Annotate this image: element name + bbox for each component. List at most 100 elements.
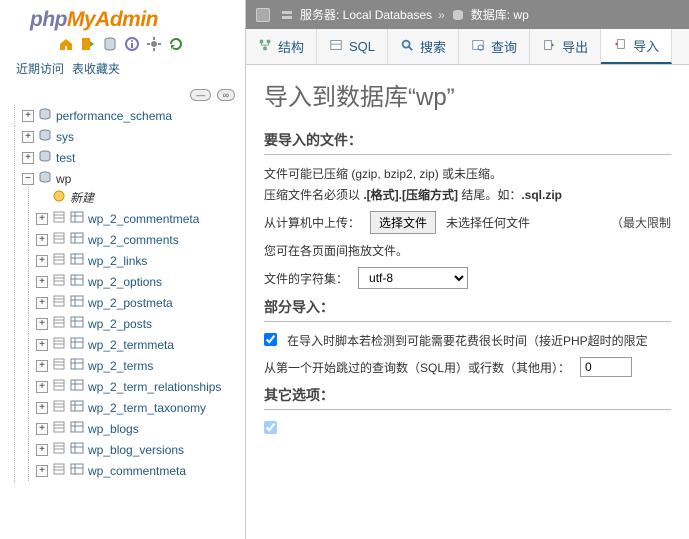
browse-icon[interactable] <box>52 294 66 311</box>
browse-icon[interactable] <box>52 315 66 332</box>
nav-toggle-icon[interactable] <box>256 8 270 22</box>
skip-input[interactable] <box>580 357 632 377</box>
table-label[interactable]: wp_2_term_relationships <box>88 380 221 394</box>
expand-icon[interactable]: + <box>36 339 48 351</box>
docs-icon[interactable] <box>124 36 140 52</box>
table-icon <box>70 399 84 416</box>
tab-query[interactable]: 查询 <box>459 29 530 64</box>
expand-icon[interactable]: + <box>36 402 48 414</box>
table-item-wp_2_termmeta[interactable]: + wp_2_termmeta <box>36 336 245 353</box>
expand-icon[interactable]: + <box>36 234 48 246</box>
tab-structure[interactable]: 结构 <box>246 29 317 64</box>
table-item-wp_blogs[interactable]: + wp_blogs <box>36 420 245 437</box>
db-item-wp[interactable]: − wp <box>22 170 245 187</box>
expand-icon[interactable]: + <box>36 318 48 330</box>
database-icon <box>38 107 52 124</box>
collapse-icon[interactable]: − <box>22 173 34 185</box>
expand-icon[interactable]: + <box>36 213 48 225</box>
table-label[interactable]: wp_blog_versions <box>88 443 184 457</box>
tab-recent[interactable]: 近期访问 <box>14 58 66 79</box>
browse-icon[interactable] <box>52 273 66 290</box>
table-item-wp_2_commentmeta[interactable]: + wp_2_commentmeta <box>36 210 245 227</box>
exit-icon[interactable] <box>80 36 96 52</box>
expand-icon[interactable]: + <box>36 423 48 435</box>
breadcrumb-db[interactable]: 数据库: wp <box>471 6 529 23</box>
db-item-performance_schema[interactable]: + performance_schema <box>22 107 245 124</box>
tab-favorites[interactable]: 表收藏夹 <box>70 58 122 79</box>
expand-icon[interactable]: + <box>36 255 48 267</box>
logo[interactable]: phpMyAdmin <box>0 0 245 34</box>
tab-export[interactable]: 导出 <box>530 29 601 64</box>
tab-sql[interactable]: SQL <box>317 29 388 64</box>
browse-icon[interactable] <box>52 231 66 248</box>
table-item-wp_2_postmeta[interactable]: + wp_2_postmeta <box>36 294 245 311</box>
no-file-text: 未选择任何文件 <box>446 214 530 231</box>
table-label[interactable]: wp_2_postmeta <box>88 296 173 310</box>
tab-search[interactable]: 搜索 <box>388 29 459 64</box>
db-label[interactable]: wp <box>56 172 71 186</box>
sql-icon[interactable] <box>102 36 118 52</box>
expand-icon[interactable]: + <box>36 381 48 393</box>
new-table-item[interactable]: 新建 <box>36 189 245 206</box>
expand-icon[interactable]: + <box>36 465 48 477</box>
new-label[interactable]: 新建 <box>70 189 94 206</box>
db-item-test[interactable]: + test <box>22 149 245 166</box>
table-icon <box>70 420 84 437</box>
table-item-wp_2_term_taxonomy[interactable]: + wp_2_term_taxonomy <box>36 399 245 416</box>
new-icon <box>52 189 66 206</box>
table-item-wp_2_comments[interactable]: + wp_2_comments <box>36 231 245 248</box>
expand-icon[interactable]: + <box>36 276 48 288</box>
db-label[interactable]: sys <box>56 130 74 144</box>
table-label[interactable]: wp_2_terms <box>88 359 153 373</box>
table-label[interactable]: wp_2_term_taxonomy <box>88 401 206 415</box>
server-icon <box>280 8 294 22</box>
expand-icon[interactable]: + <box>22 110 34 122</box>
collapse-panel-button[interactable]: — <box>190 89 211 101</box>
db-item-sys[interactable]: + sys <box>22 128 245 145</box>
db-label[interactable]: test <box>56 151 75 165</box>
browse-icon[interactable] <box>52 399 66 416</box>
link-panel-button[interactable]: ∞ <box>217 89 235 101</box>
table-item-wp_commentmeta[interactable]: + wp_commentmeta <box>36 462 245 479</box>
tab-label: 导入 <box>633 36 659 55</box>
table-label[interactable]: wp_blogs <box>88 422 139 436</box>
table-label[interactable]: wp_2_commentmeta <box>88 212 199 226</box>
max-size-note: （最大限制 <box>611 214 671 231</box>
table-item-wp_2_posts[interactable]: + wp_2_posts <box>36 315 245 332</box>
expand-icon[interactable]: + <box>36 297 48 309</box>
gear-icon[interactable] <box>146 36 162 52</box>
home-icon[interactable] <box>58 36 74 52</box>
main-tabs: 结构SQL搜索查询导出 导入 <box>246 29 689 65</box>
table-item-wp_2_options[interactable]: + wp_2_options <box>36 273 245 290</box>
browse-icon[interactable] <box>52 462 66 479</box>
db-label[interactable]: performance_schema <box>56 109 172 123</box>
expand-icon[interactable]: + <box>22 131 34 143</box>
table-item-wp_2_term_relationships[interactable]: + wp_2_term_relationships <box>36 378 245 395</box>
table-item-wp_2_links[interactable]: + wp_2_links <box>36 252 245 269</box>
charset-select[interactable]: utf-8 <box>358 267 468 289</box>
expand-icon[interactable]: + <box>22 152 34 164</box>
browse-icon[interactable] <box>52 420 66 437</box>
browse-icon[interactable] <box>52 441 66 458</box>
table-item-wp_blog_versions[interactable]: + wp_blog_versions <box>36 441 245 458</box>
table-label[interactable]: wp_2_options <box>88 275 162 289</box>
breadcrumb-server[interactable]: 服务器: Local Databases <box>300 6 432 23</box>
browse-icon[interactable] <box>52 378 66 395</box>
table-label[interactable]: wp_2_comments <box>88 233 179 247</box>
other-option-checkbox[interactable] <box>264 421 277 434</box>
browse-icon[interactable] <box>52 357 66 374</box>
browse-icon[interactable] <box>52 210 66 227</box>
table-item-wp_2_terms[interactable]: + wp_2_terms <box>36 357 245 374</box>
table-label[interactable]: wp_2_termmeta <box>88 338 174 352</box>
allow-interrupt-checkbox[interactable] <box>264 333 277 346</box>
table-label[interactable]: wp_commentmeta <box>88 464 186 478</box>
table-label[interactable]: wp_2_posts <box>88 317 152 331</box>
browse-icon[interactable] <box>52 336 66 353</box>
reload-icon[interactable] <box>168 36 184 52</box>
browse-icon[interactable] <box>52 252 66 269</box>
expand-icon[interactable]: + <box>36 360 48 372</box>
choose-file-button[interactable]: 选择文件 <box>370 211 436 234</box>
table-label[interactable]: wp_2_links <box>88 254 147 268</box>
tab-import[interactable]: 导入 <box>601 29 672 64</box>
expand-icon[interactable]: + <box>36 444 48 456</box>
